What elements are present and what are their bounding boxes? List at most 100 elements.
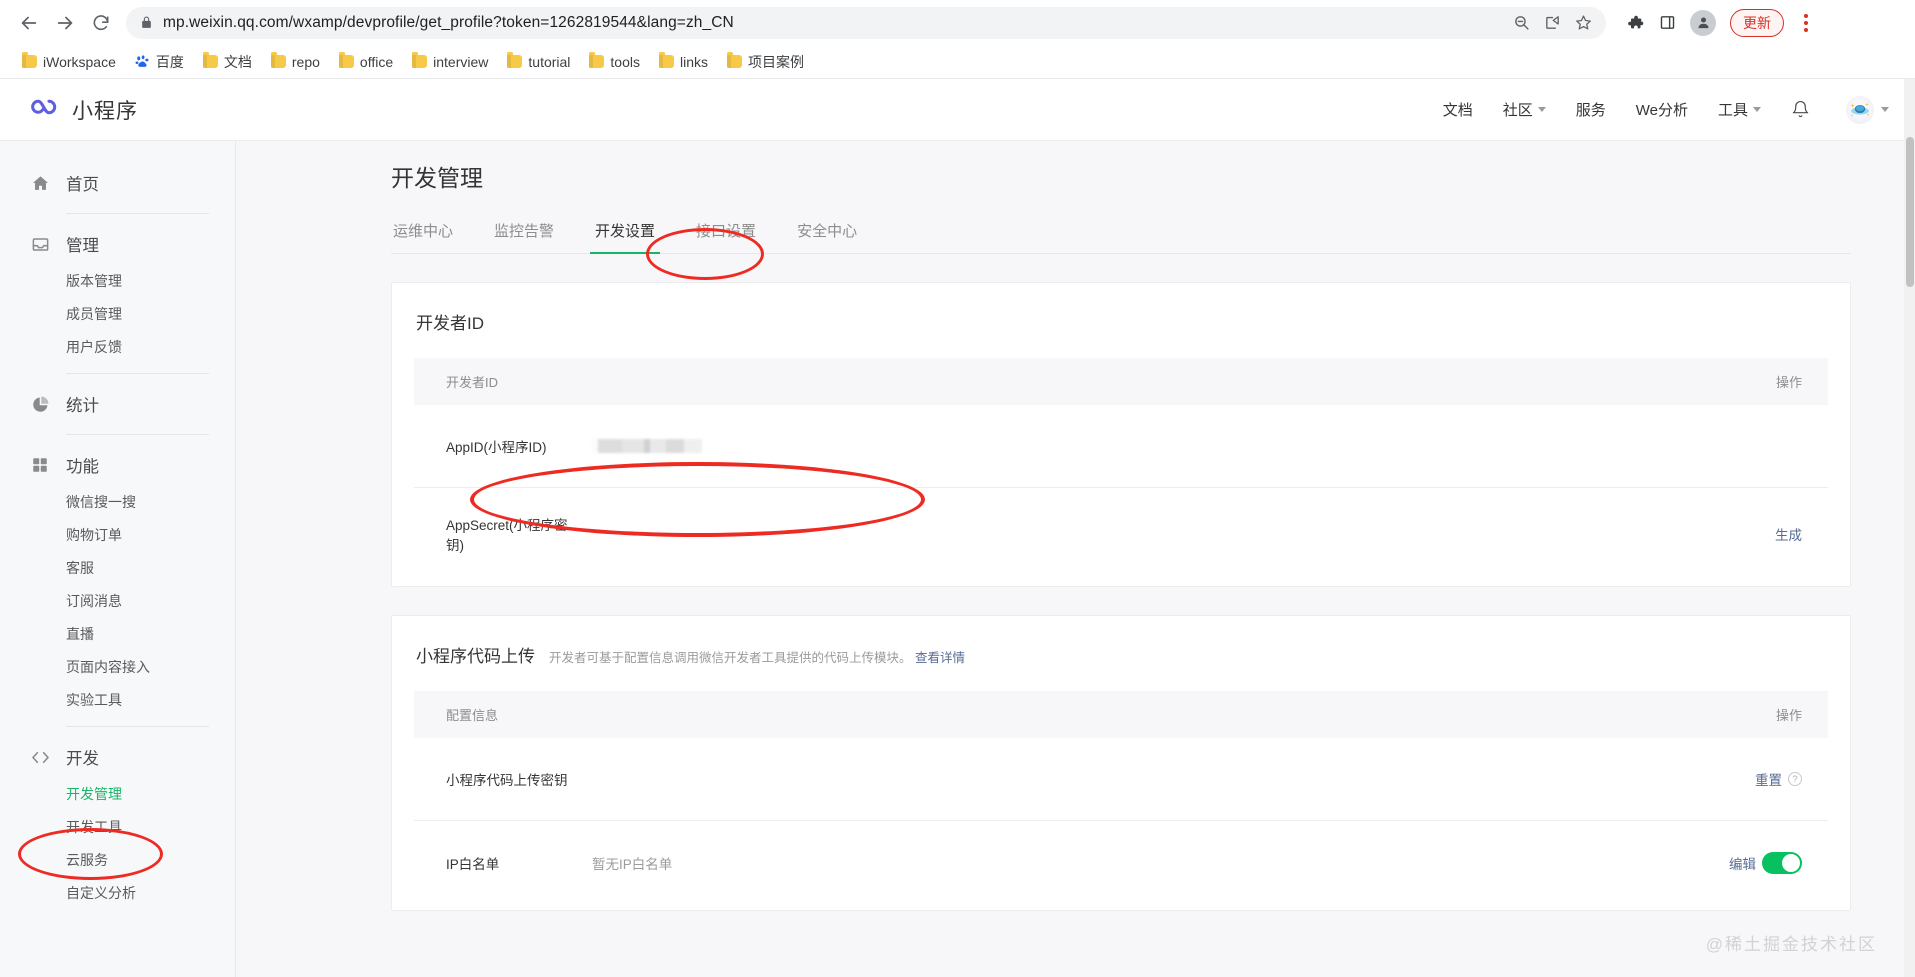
reload-button[interactable] xyxy=(84,6,118,40)
miniprogram-logo-icon xyxy=(30,94,60,125)
nav-item-we-analytics[interactable]: We分析 xyxy=(1636,99,1688,120)
bookmark-label: 项目案例 xyxy=(748,53,805,70)
nav-item-service[interactable]: 服务 xyxy=(1576,99,1606,120)
bookmarks-bar: iWorkspace 百度 文档 repo office interview t… xyxy=(0,45,1915,79)
bookmark-label: tutorial xyxy=(528,53,571,70)
notification-bell-icon[interactable] xyxy=(1791,100,1810,119)
sidebar-label: 管理 xyxy=(66,237,99,255)
developer-id-table: 开发者ID 操作 AppID(小程序ID) AppSecret(小程序密钥) 生… xyxy=(414,358,1828,580)
sidebar-item-dev-manage[interactable]: 开发管理 xyxy=(30,777,209,810)
watermark: @稀土掘金技术社区 xyxy=(1705,935,1877,954)
profile-avatar-icon[interactable] xyxy=(1690,9,1716,36)
divider xyxy=(66,434,209,435)
folder-icon xyxy=(412,52,428,68)
chart-pie-icon xyxy=(30,394,50,414)
bookmark-item[interactable]: 项目案例 xyxy=(719,48,812,76)
ip-whitelist-toggle[interactable] xyxy=(1762,851,1802,874)
nav-label: We分析 xyxy=(1635,102,1688,119)
brand-name: 小程序 xyxy=(72,99,138,123)
card-title: 小程序代码上传 xyxy=(416,647,535,666)
user-menu[interactable] xyxy=(1846,95,1889,124)
brand-logo[interactable]: 小程序 xyxy=(30,94,138,125)
sidebar-item-wechat-search[interactable]: 微信搜一搜 xyxy=(30,485,209,518)
nav-label: 工具 xyxy=(1717,102,1748,119)
page-scrollbar[interactable] xyxy=(1904,79,1915,977)
browser-toolbar: mp.weixin.qq.com/wxamp/devprofile/get_pr… xyxy=(0,0,1915,45)
sidebar-item-subscribe-message[interactable]: 订阅消息 xyxy=(30,584,209,617)
tab-ops-center[interactable]: 运维中心 xyxy=(391,215,455,253)
sidebar-item-user-feedback[interactable]: 用户反馈 xyxy=(30,330,209,363)
edit-ip-whitelist-button[interactable]: 编辑 xyxy=(1729,853,1756,873)
side-panel-icon[interactable] xyxy=(1659,14,1676,31)
sidebar-item-development[interactable]: 开发 xyxy=(30,737,209,777)
sidebar-item-version-manage[interactable]: 版本管理 xyxy=(30,264,209,297)
grid-icon xyxy=(30,455,50,475)
bookmark-item[interactable]: tutorial xyxy=(499,50,578,74)
folder-icon xyxy=(202,52,218,68)
row-label: AppSecret(小程序密钥) xyxy=(446,518,568,553)
extensions-puzzle-icon[interactable] xyxy=(1626,13,1645,32)
nav-label: 社区 xyxy=(1502,102,1533,119)
browser-menu-button[interactable] xyxy=(1798,10,1814,36)
sidebar-item-customer-service[interactable]: 客服 xyxy=(30,551,209,584)
sidebar-item-live[interactable]: 直播 xyxy=(30,617,209,650)
bookmark-item[interactable]: iWorkspace xyxy=(14,50,124,74)
bookmark-item[interactable]: links xyxy=(651,50,716,74)
sidebar-item-member-manage[interactable]: 成员管理 xyxy=(30,297,209,330)
folder-icon xyxy=(22,52,37,68)
sidebar-item-dev-tools[interactable]: 开发工具 xyxy=(30,810,209,843)
bookmark-item[interactable]: tools xyxy=(581,50,648,74)
redacted-appid-value xyxy=(592,439,702,453)
sidebar-item-shopping-orders[interactable]: 购物订单 xyxy=(30,518,209,551)
back-button[interactable] xyxy=(12,6,46,40)
row-value xyxy=(572,439,1702,453)
chevron-down-icon xyxy=(1753,107,1761,112)
reset-upload-key-button[interactable]: 重置 xyxy=(1755,769,1782,789)
folder-icon xyxy=(270,52,286,68)
nav-item-docs[interactable]: 文档 xyxy=(1443,99,1473,120)
update-button[interactable]: 更新 xyxy=(1730,8,1784,37)
bookmark-item[interactable]: interview xyxy=(404,50,496,74)
address-bar[interactable]: mp.weixin.qq.com/wxamp/devprofile/get_pr… xyxy=(126,6,1606,39)
tab-api-settings[interactable]: 接口设置 xyxy=(694,215,758,253)
card-header: 小程序代码上传 开发者可基于配置信息调用微信开发者工具提供的代码上传模块。 查看… xyxy=(414,642,1828,667)
row-label: IP白名单 xyxy=(446,856,500,872)
bookmark-item[interactable]: office xyxy=(331,50,401,74)
forward-button[interactable] xyxy=(48,6,82,40)
table-row: AppSecret(小程序密钥) 生成 xyxy=(414,488,1828,580)
share-icon[interactable] xyxy=(1544,14,1561,31)
sidebar-item-stats[interactable]: 统计 xyxy=(30,384,209,424)
zoom-out-icon[interactable] xyxy=(1513,14,1530,31)
tab-monitor-alerts[interactable]: 监控告警 xyxy=(492,215,556,253)
tab-dev-settings[interactable]: 开发设置 xyxy=(590,215,661,254)
column-header-action: 操作 xyxy=(1775,708,1802,723)
sidebar-item-page-content[interactable]: 页面内容接入 xyxy=(30,650,209,683)
code-icon xyxy=(30,747,50,767)
bookmark-label: interview xyxy=(433,53,489,70)
sidebar-group-manage: 管理 版本管理 成员管理 用户反馈 xyxy=(0,224,235,374)
sidebar-group-home: 首页 xyxy=(0,163,235,214)
bookmark-item[interactable]: 百度 xyxy=(127,48,192,76)
scrollbar-thumb[interactable] xyxy=(1905,137,1914,287)
sidebar-group-stats: 统计 xyxy=(0,384,235,435)
sidebar-item-cloud-service[interactable]: 云服务 xyxy=(30,843,209,876)
bookmark-item[interactable]: 文档 xyxy=(195,48,260,76)
chevron-down-icon xyxy=(1537,107,1546,112)
page-layout: 首页 管理 版本管理 成员管理 用户反馈 统计 功能 微信搜一搜 购物订单 客服… xyxy=(0,141,1915,977)
tab-security-center[interactable]: 安全中心 xyxy=(795,215,859,253)
bookmark-label: links xyxy=(680,53,709,70)
view-details-link[interactable]: 查看详情 xyxy=(915,651,965,665)
code-upload-table: 配置信息 操作 小程序代码上传密钥 重置 ? IP白名单 暂无IP白名单 编辑 xyxy=(414,691,1828,904)
sidebar-item-custom-analysis[interactable]: 自定义分析 xyxy=(30,876,209,909)
nav-item-tools[interactable]: 工具 xyxy=(1718,99,1761,120)
sidebar-item-home[interactable]: 首页 xyxy=(30,163,209,203)
card-title: 开发者ID xyxy=(416,314,484,333)
nav-item-community[interactable]: 社区 xyxy=(1503,99,1546,120)
sidebar-item-features[interactable]: 功能 xyxy=(30,445,209,485)
sidebar-item-manage[interactable]: 管理 xyxy=(30,224,209,264)
sidebar-item-experiment-tools[interactable]: 实验工具 xyxy=(30,683,209,716)
bookmark-star-icon[interactable] xyxy=(1575,14,1592,31)
generate-secret-button[interactable]: 生成 xyxy=(1775,524,1802,544)
help-icon[interactable]: ? xyxy=(1788,772,1802,786)
bookmark-item[interactable]: repo xyxy=(263,50,328,74)
